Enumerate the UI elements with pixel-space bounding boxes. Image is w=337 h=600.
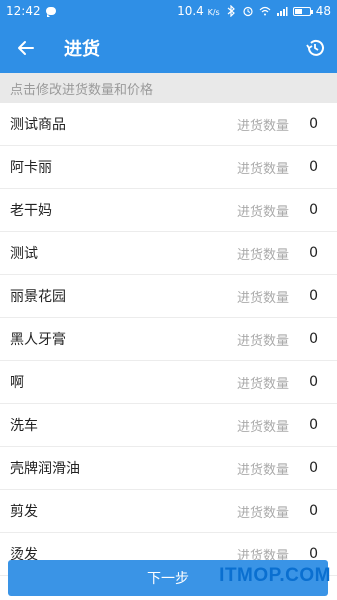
message-icon [45,7,56,17]
list-item[interactable]: 阿卡丽 进货数量 0 [0,146,337,189]
item-qty-value: 0 [309,245,318,261]
item-qty-label: 进货数量 [236,290,289,306]
status-right: 10.4 K/s 48 [177,4,331,18]
item-name: 老干妈 [10,203,52,219]
item-qty-label: 进货数量 [236,161,289,177]
item-qty-value: 0 [309,417,318,433]
item-qty-label: 进货数量 [236,204,289,220]
item-qty-value: 0 [309,116,318,132]
item-name: 阿卡丽 [10,160,52,176]
page-title: 进货 [64,38,100,60]
list-item[interactable]: 黑人牙膏 进货数量 0 [0,318,337,361]
item-qty-value: 0 [309,331,318,347]
item-name: 测试 [10,246,38,262]
item-qty-value: 0 [309,159,318,175]
item-name: 黑人牙膏 [10,332,66,348]
history-icon [306,39,324,56]
item-qty-label: 进货数量 [236,505,289,521]
item-qty-label: 进货数量 [236,376,289,392]
app-bar: 进货 [0,22,337,73]
item-qty-value: 0 [309,202,318,218]
list-item[interactable]: 丽景花园 进货数量 0 [0,275,337,318]
list-item[interactable]: 测试 进货数量 0 [0,232,337,275]
wifi-icon [259,6,271,16]
item-name: 丽景花园 [10,289,66,305]
bluetooth-icon [227,5,235,17]
history-button[interactable] [303,36,327,60]
signal-icon [276,7,288,16]
status-time: 12:42 [6,4,41,18]
item-qty-label: 进货数量 [236,247,289,263]
item-name: 壳牌润滑油 [10,461,80,477]
item-qty-label: 进货数量 [236,333,289,349]
item-qty-value: 0 [309,288,318,304]
item-name: 剪发 [10,504,38,520]
net-speed: 10.4 K/s [177,4,220,18]
list-item[interactable]: 啊 进货数量 0 [0,361,337,404]
list-item[interactable]: 测试商品 进货数量 0 [0,103,337,146]
status-left: 12:42 [6,4,56,18]
list-item[interactable]: 洗车 进货数量 0 [0,404,337,447]
item-qty-label: 进货数量 [236,462,289,478]
item-name: 洗车 [10,418,38,434]
back-arrow-icon [18,40,34,55]
net-speed-unit: K/s [207,8,220,17]
alarm-icon [243,6,253,17]
battery-level: 48 [315,4,331,18]
item-name: 测试商品 [10,117,66,133]
item-name: 啊 [10,375,24,391]
net-speed-value: 10.4 [177,4,204,18]
back-button[interactable] [14,36,38,60]
list-item[interactable]: 剪发 进货数量 0 [0,490,337,533]
watermark: ITMOP.COM [219,565,331,586]
item-qty-label: 进货数量 [236,419,289,435]
list-item[interactable]: 老干妈 进货数量 0 [0,189,337,232]
item-qty-value: 0 [309,460,318,476]
hint-text: 点击修改进货数量和价格 [0,73,337,103]
item-qty-value: 0 [309,374,318,390]
item-qty-label: 进货数量 [236,118,289,134]
battery-icon [292,6,313,16]
product-list: 测试商品 进货数量 0 阿卡丽 进货数量 0 老干妈 进货数量 0 测试 进货数… [0,103,337,600]
list-item[interactable]: 壳牌润滑油 进货数量 0 [0,447,337,490]
item-qty-value: 0 [309,503,318,519]
status-bar: 12:42 10.4 K/s 48 [0,0,337,22]
